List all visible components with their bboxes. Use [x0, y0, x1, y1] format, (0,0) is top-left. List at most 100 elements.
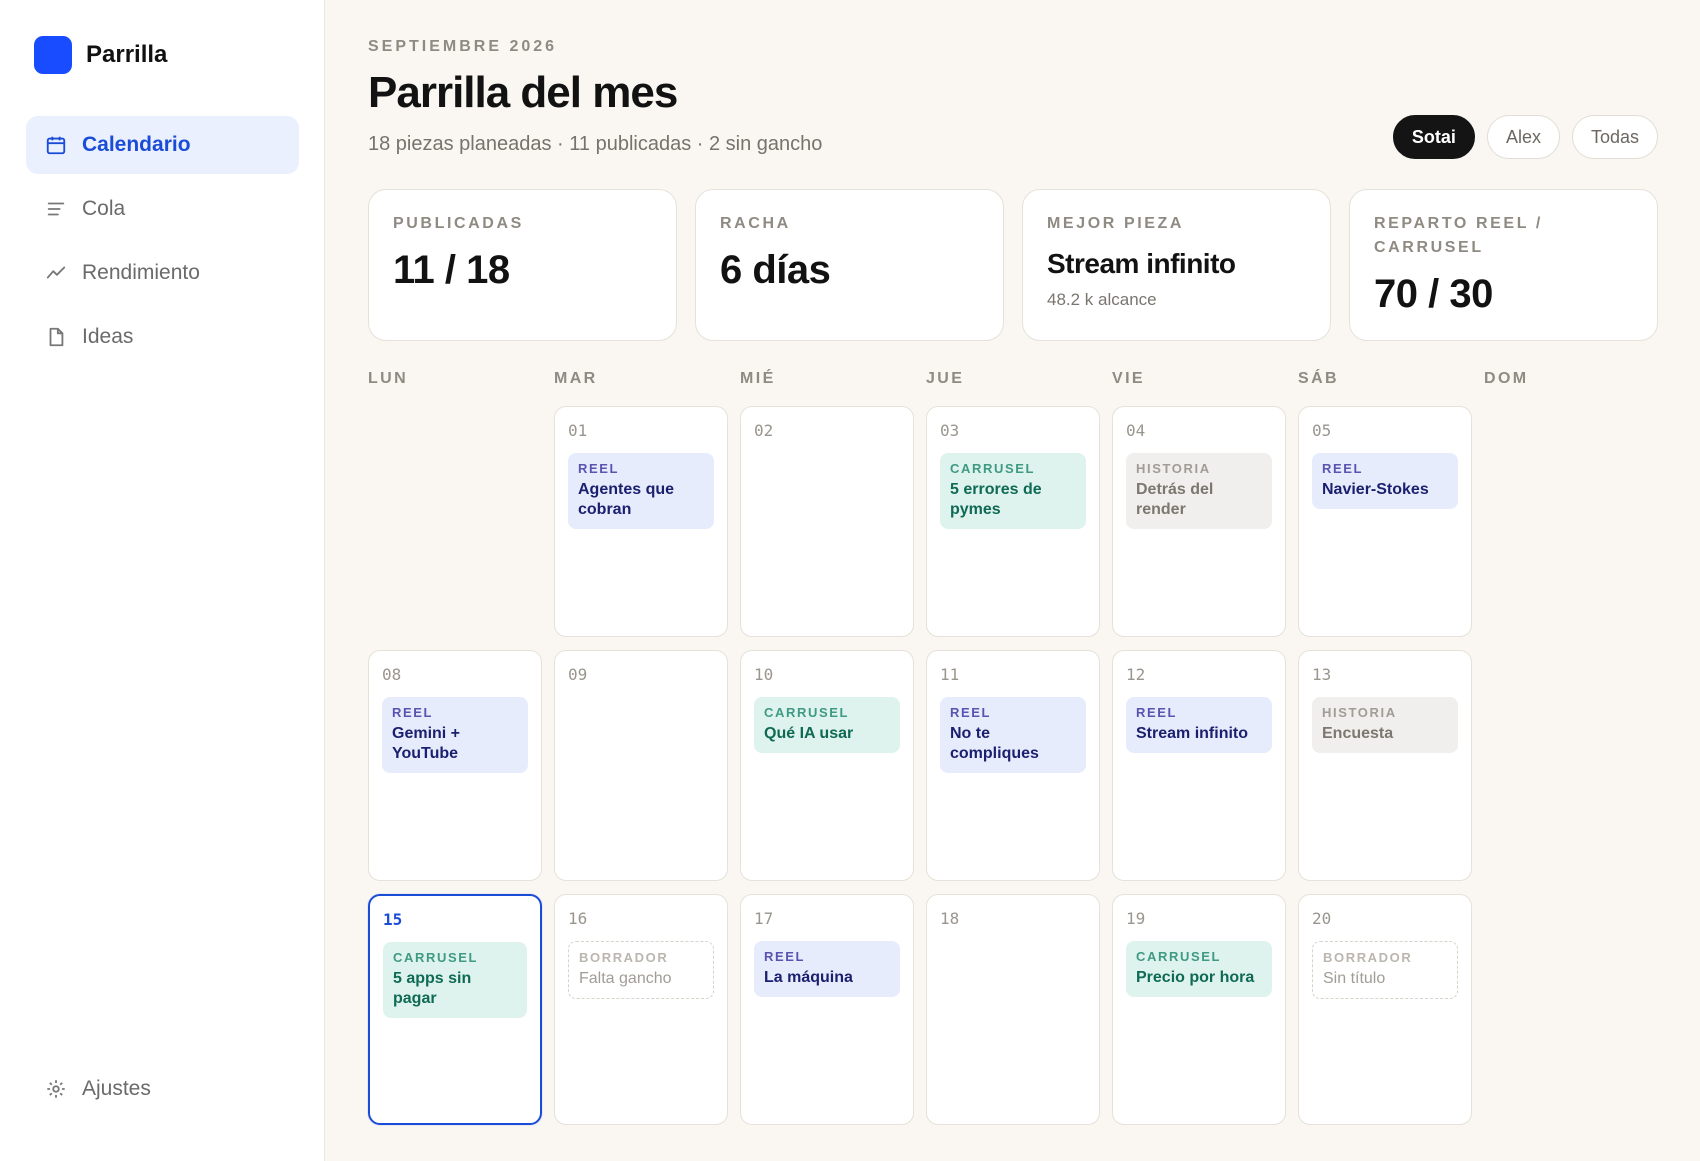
day-number: 09 [568, 665, 588, 684]
post-title: No te compliques [950, 725, 1039, 762]
day-number: 12 [1126, 665, 1146, 684]
calendar-day-12[interactable]: 12 REEL Stream infinito [1112, 650, 1286, 881]
calendar-day-16[interactable]: 16 BORRADOR Falta gancho [554, 894, 728, 1125]
post-title: Falta gancho [579, 970, 672, 987]
post-card-reel[interactable]: REEL Stream infinito [1126, 697, 1272, 753]
calendar-day-03[interactable]: 03 CARRUSEL 5 errores de pymes [926, 406, 1100, 637]
stat-racha: RACHA 6 días [695, 189, 1004, 341]
day-number: 13 [1312, 665, 1332, 684]
day-number: 17 [754, 909, 774, 928]
weekday-label: VIE [1112, 370, 1145, 387]
calendar-day-05[interactable]: 05 REEL Navier-Stokes [1298, 406, 1472, 637]
day-number: 03 [940, 421, 960, 440]
day-number: 11 [940, 665, 960, 684]
page-title: Parrilla del mes [368, 68, 678, 117]
weekday-header: LUN MAR MIÉ JUE VIE SÁB DOM [368, 370, 1668, 388]
post-card-historia[interactable]: HISTORIA Encuesta [1312, 697, 1458, 753]
stats-row: PUBLICADAS 11 / 18 RACHA 6 días MEJOR PI… [368, 189, 1658, 341]
post-card-reel[interactable]: REEL La máquina [754, 941, 900, 997]
post-kind: HISTORIA [1322, 705, 1397, 720]
sidebar-item-ideas[interactable]: Ideas [26, 308, 299, 366]
calendar-day-13[interactable]: 13 HISTORIA Encuesta [1298, 650, 1472, 881]
day-number: 08 [382, 665, 402, 684]
sidebar-item-cola[interactable]: Cola [26, 180, 299, 238]
post-kind: BORRADOR [1323, 950, 1413, 965]
post-kind: CARRUSEL [1136, 949, 1222, 964]
post-kind: REEL [764, 949, 806, 964]
calendar-empty-slot [368, 406, 542, 637]
calendar-day-18[interactable]: 18 [926, 894, 1100, 1125]
filter-sotai[interactable]: Sotai [1392, 115, 1475, 159]
post-kind: REEL [1322, 461, 1364, 476]
stat-reparto: REPARTO REEL / CARRUSEL 70 / 30 [1349, 189, 1658, 341]
main-content: SEPTIEMBRE 2026 Parrilla del mes 18 piez… [368, 0, 1658, 1161]
day-number: 02 [754, 421, 774, 440]
brand[interactable]: Parrilla [34, 36, 167, 74]
post-title: Encuesta [1322, 725, 1394, 742]
weekday-label: MAR [554, 370, 598, 387]
calendar-icon [44, 133, 68, 157]
trend-icon [44, 261, 68, 285]
post-card-borrador[interactable]: BORRADOR Sin título [1312, 941, 1458, 999]
post-title: Gemini + YouTube [392, 725, 461, 762]
stat-value: Stream infinito [1047, 248, 1236, 279]
post-card-carrusel[interactable]: CARRUSEL 5 errores de pymes [940, 453, 1086, 529]
sidebar-item-calendario[interactable]: Calendario [26, 116, 299, 174]
weekday-label: JUE [926, 370, 965, 387]
post-kind: HISTORIA [1136, 461, 1211, 476]
sidebar-item-label: Ideas [82, 325, 134, 348]
calendar-day-10[interactable]: 10 CARRUSEL Qué IA usar [740, 650, 914, 881]
calendar-day-01[interactable]: 01 REEL Agentes que cobran [554, 406, 728, 637]
stat-label: MEJOR PIEZA [1047, 215, 1185, 232]
post-card-carrusel[interactable]: CARRUSEL 5 apps sin pagar [383, 942, 527, 1018]
document-icon [44, 325, 68, 349]
post-card-reel[interactable]: REEL Navier-Stokes [1312, 453, 1458, 509]
settings-button[interactable]: Ajustes [44, 1077, 151, 1101]
weekday-label: SÁB [1298, 370, 1339, 387]
calendar-day-08[interactable]: 08 REEL Gemini + YouTube [368, 650, 542, 881]
brand-logo-icon [34, 36, 72, 74]
calendar-day-19[interactable]: 19 CARRUSEL Precio por hora [1112, 894, 1286, 1125]
post-title: 5 errores de pymes [950, 481, 1042, 518]
post-title: Detrás del render [1136, 481, 1214, 518]
day-number: 20 [1312, 909, 1332, 928]
calendar-day-20[interactable]: 20 BORRADOR Sin título [1298, 894, 1472, 1125]
post-title: Sin título [1323, 970, 1386, 987]
stat-label: REPARTO REEL / CARRUSEL [1374, 215, 1543, 256]
post-card-carrusel[interactable]: CARRUSEL Qué IA usar [754, 697, 900, 753]
calendar-day-09[interactable]: 09 [554, 650, 728, 881]
post-card-borrador[interactable]: BORRADOR Falta gancho [568, 941, 714, 999]
filter-alex[interactable]: Alex [1486, 115, 1560, 159]
stat-value: 6 días [720, 248, 831, 292]
day-number: 05 [1312, 421, 1332, 440]
post-kind: REEL [392, 705, 434, 720]
post-kind: REEL [950, 705, 992, 720]
post-kind: BORRADOR [579, 950, 669, 965]
post-card-historia[interactable]: HISTORIA Detrás del render [1126, 453, 1272, 529]
weekday-label: MIÉ [740, 370, 776, 387]
day-number: 01 [568, 421, 588, 440]
stat-mejor-pieza: MEJOR PIEZA Stream infinito 48.2 k alcan… [1022, 189, 1331, 341]
settings-label: Ajustes [82, 1077, 151, 1100]
calendar-day-02[interactable]: 02 [740, 406, 914, 637]
sidebar-nav: Calendario Cola Rendimiento Ideas [26, 116, 299, 372]
sidebar-item-rendimiento[interactable]: Rendimiento [26, 244, 299, 302]
calendar-day-17[interactable]: 17 REEL La máquina [740, 894, 914, 1125]
post-kind: CARRUSEL [393, 950, 479, 965]
calendar-day-11[interactable]: 11 REEL No te compliques [926, 650, 1100, 881]
stat-sub: 48.2 k alcance [1047, 290, 1157, 309]
post-card-carrusel[interactable]: CARRUSEL Precio por hora [1126, 941, 1272, 997]
post-kind: CARRUSEL [764, 705, 850, 720]
owner-filters: Sotai Alex Todas [1392, 115, 1658, 159]
post-card-reel[interactable]: REEL Agentes que cobran [568, 453, 714, 529]
post-title: Navier-Stokes [1322, 481, 1429, 498]
calendar-day-04[interactable]: 04 HISTORIA Detrás del render [1112, 406, 1286, 637]
post-card-reel[interactable]: REEL No te compliques [940, 697, 1086, 773]
weekday-label: DOM [1484, 370, 1529, 387]
filter-todas[interactable]: Todas [1571, 115, 1658, 159]
calendar-empty-slot [1484, 894, 1658, 1125]
calendar-day-15[interactable]: 15 CARRUSEL 5 apps sin pagar [368, 894, 542, 1125]
post-title: 5 apps sin pagar [393, 970, 472, 1007]
post-card-reel[interactable]: REEL Gemini + YouTube [382, 697, 528, 773]
post-title: Qué IA usar [764, 725, 854, 742]
